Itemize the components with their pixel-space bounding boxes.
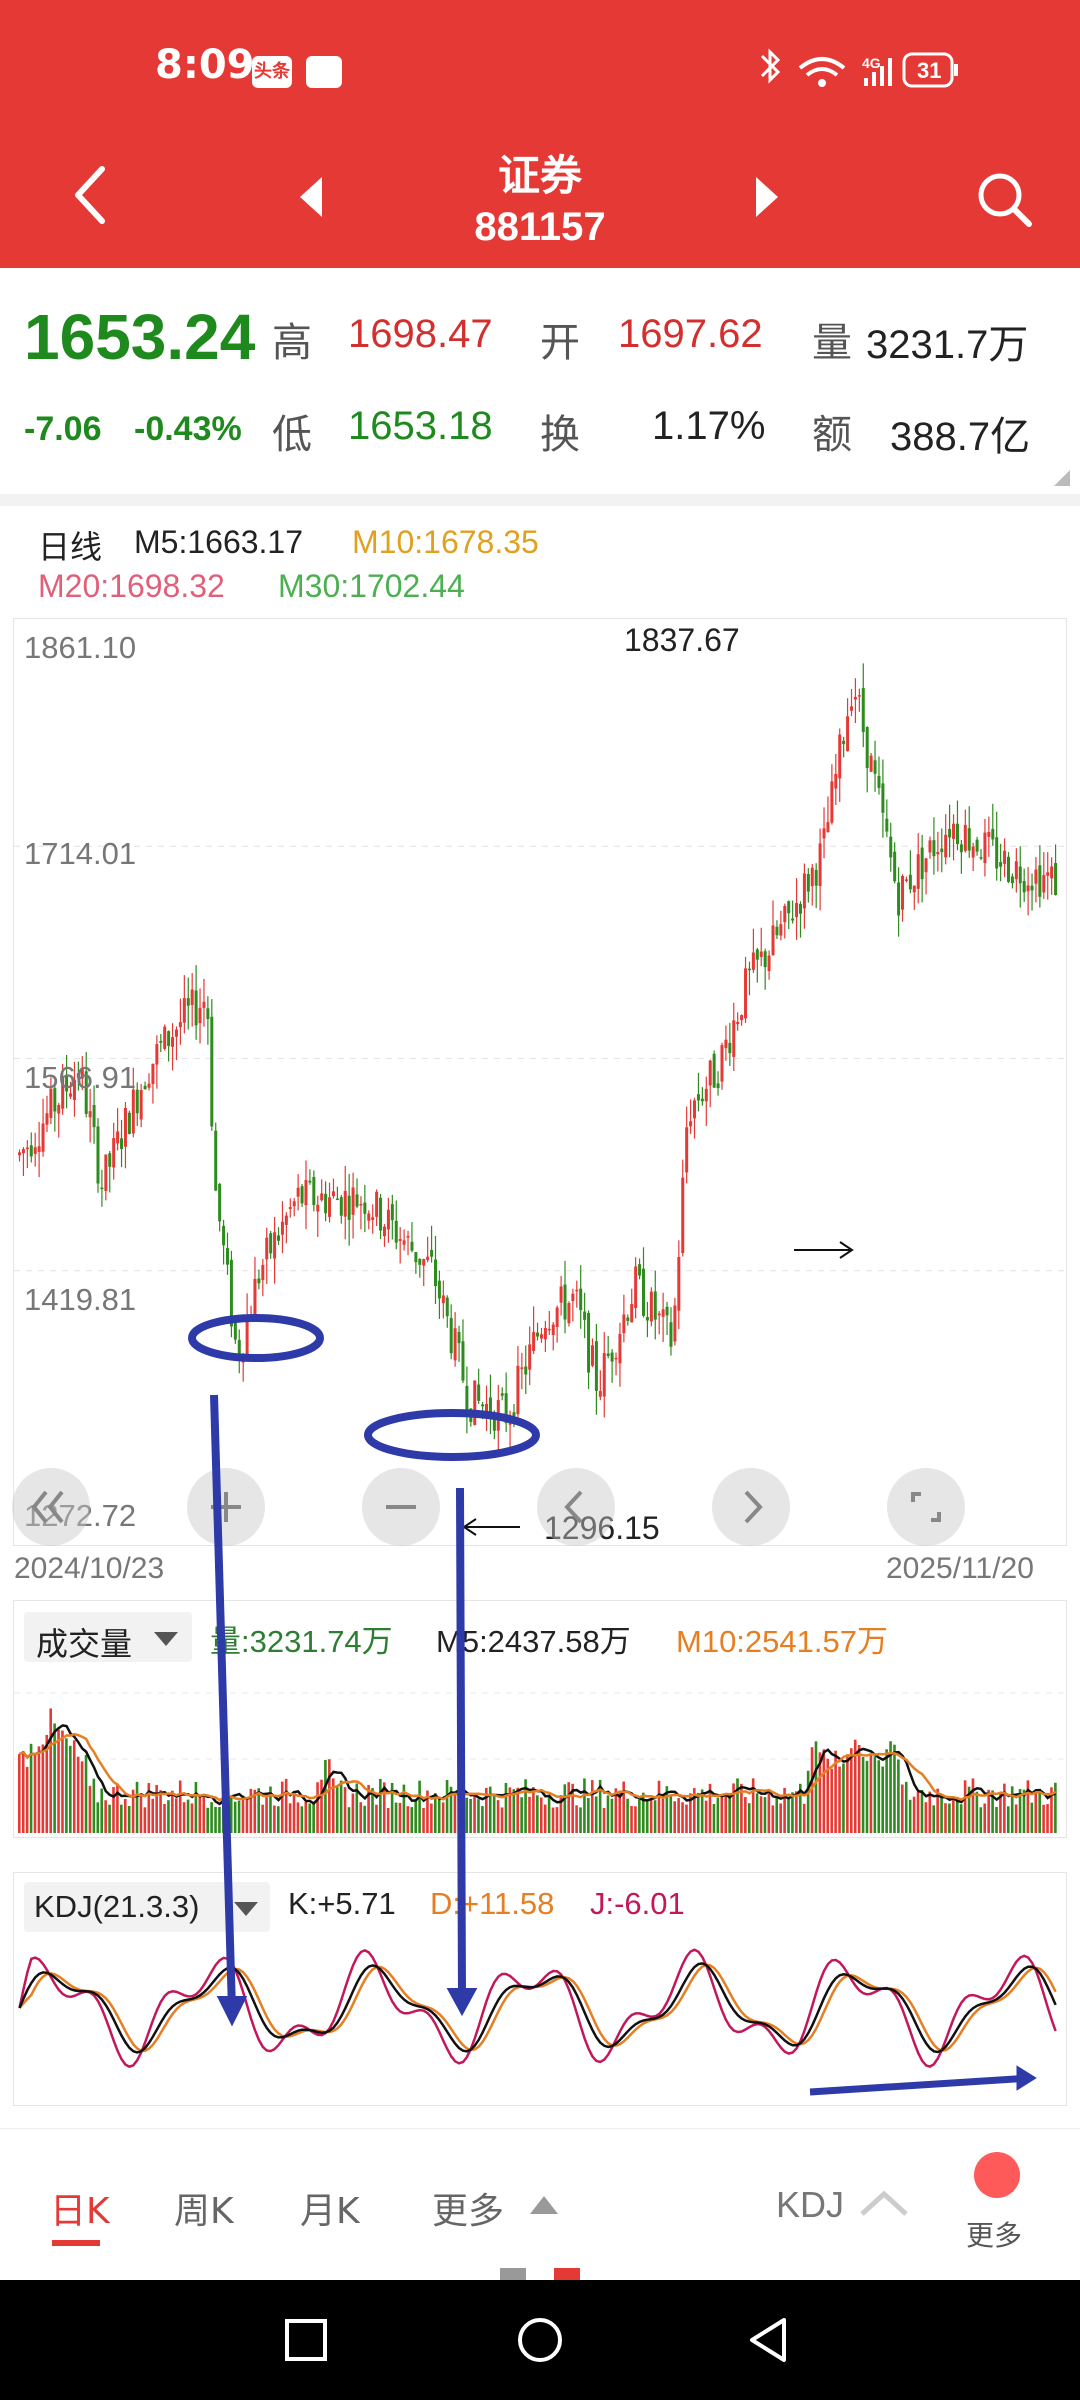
tab-daily-k[interactable]: 日K [50, 2182, 110, 2234]
tab-more[interactable]: 更多 [432, 2182, 504, 2234]
annotation-arrowhead [1016, 2065, 1037, 2091]
back-nav-icon[interactable] [746, 2316, 790, 2364]
annotation-arrowhead [446, 1988, 478, 2017]
annotation-ellipse [364, 1409, 540, 1461]
annotation-arrowhead [216, 1996, 248, 2027]
annotation-overlay [188, 1314, 1037, 2096]
page-dot [500, 2268, 526, 2280]
chevron-up-icon[interactable] [858, 2188, 910, 2218]
indicator-toggle-label[interactable]: KDJ [776, 2184, 844, 2226]
annotation-ellipse [188, 1314, 324, 1362]
page-dot-active [554, 2268, 580, 2280]
recent-apps-icon[interactable] [284, 2318, 328, 2362]
more-badge-icon[interactable] [974, 2152, 1020, 2198]
annotation-arrow-line [210, 1394, 236, 2011]
annotation-arrow-line [456, 1487, 466, 2001]
caret-up-icon [530, 2196, 558, 2214]
tab-weekly-k[interactable]: 周K [174, 2182, 234, 2234]
more-button-label[interactable]: 更多 [966, 2214, 1022, 2254]
home-icon[interactable] [516, 2316, 564, 2364]
annotation-trend-line [809, 2074, 1031, 2096]
tab-monthly-k[interactable]: 月K [300, 2182, 360, 2234]
tab-active-indicator [52, 2240, 100, 2246]
